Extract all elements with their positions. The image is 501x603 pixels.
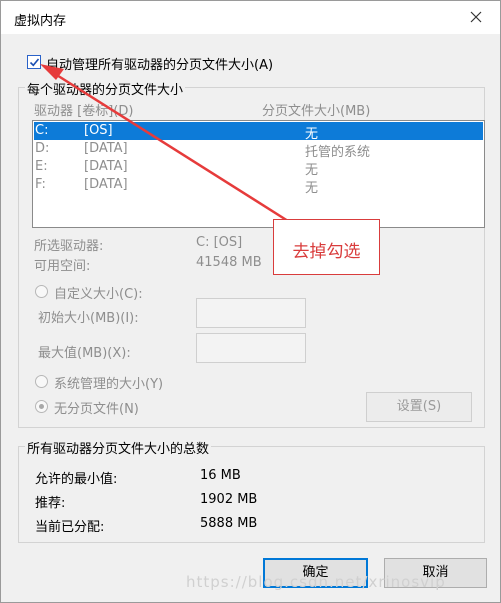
annotation-arrow-icon [40, 64, 289, 223]
annotation-text: 去掉勾选 [292, 242, 361, 262]
annotation-box: 去掉勾选 [273, 219, 380, 275]
